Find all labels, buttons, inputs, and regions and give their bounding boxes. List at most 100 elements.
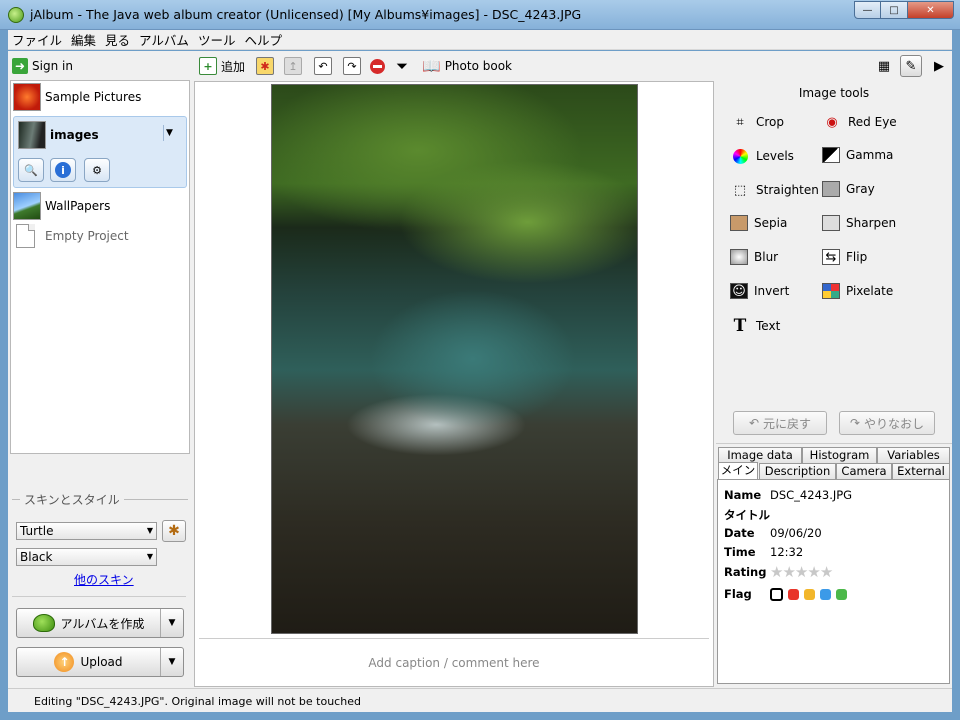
divider: [716, 443, 952, 444]
photo-book-button[interactable]: 📖 Photo book: [422, 57, 512, 75]
menu-view[interactable]: 見る: [101, 30, 135, 49]
name-value[interactable]: DSC_4243.JPG: [770, 488, 852, 502]
time-row: Time 12:32: [724, 545, 803, 559]
skin-select[interactable]: Turtle ▼: [16, 522, 157, 540]
gamma-tool[interactable]: Gamma: [822, 147, 893, 163]
rotate-left-button[interactable]: ↶: [314, 57, 332, 75]
gray-tool[interactable]: Gray: [822, 181, 875, 197]
star-icon[interactable]: ★: [770, 563, 783, 581]
project-sample-pictures[interactable]: Sample Pictures: [13, 83, 141, 111]
info-button[interactable]: i: [50, 158, 76, 182]
chevron-down-icon[interactable]: ▼: [161, 657, 183, 667]
project-images[interactable]: images ▼ 🔍 i ⚙: [13, 116, 187, 188]
date-value[interactable]: 09/06/20: [770, 526, 822, 540]
menu-edit[interactable]: 編集: [67, 30, 101, 49]
invert-tool[interactable]: ☺ Invert: [730, 283, 789, 299]
search-button[interactable]: 🔍: [18, 158, 44, 182]
upload-main[interactable]: ↑ Upload: [17, 648, 161, 676]
divider: [12, 499, 20, 500]
menu-album[interactable]: アルバム: [135, 30, 194, 49]
tab-camera[interactable]: Camera: [836, 463, 892, 479]
gamma-icon: [822, 147, 840, 163]
sharpen-icon: [822, 215, 840, 231]
maximize-button[interactable]: □: [881, 1, 908, 19]
crop-tool[interactable]: ⌗ Crop: [730, 113, 784, 131]
straighten-tool[interactable]: ⬚ Straighten: [730, 181, 819, 199]
project-wallpapers[interactable]: WallPapers: [13, 192, 110, 220]
tab-image-data[interactable]: Image data: [718, 447, 802, 463]
sign-in-link[interactable]: ➜ Sign in: [12, 55, 73, 77]
red-eye-tool[interactable]: ◉ Red Eye: [822, 113, 896, 131]
new-folder-button[interactable]: ✱: [256, 57, 274, 75]
menu-tools[interactable]: ツール: [194, 30, 241, 49]
pixelate-tool[interactable]: Pixelate: [822, 283, 893, 299]
skin-settings-button[interactable]: ✱: [162, 520, 186, 542]
time-value[interactable]: 12:32: [770, 545, 803, 559]
tab-histogram[interactable]: Histogram: [802, 447, 877, 463]
flag-red-swatch[interactable]: [788, 588, 799, 600]
make-album-button[interactable]: アルバムを作成 ▼: [16, 608, 184, 638]
rotate-right-button[interactable]: ↷: [343, 57, 361, 75]
empty-project-icon: [16, 224, 35, 248]
info-icon: i: [55, 162, 71, 178]
caption-input[interactable]: Add caption / comment here: [195, 656, 713, 670]
rating-stars[interactable]: ★★★★★: [770, 563, 833, 581]
minimize-button[interactable]: —: [854, 1, 881, 19]
make-album-main[interactable]: アルバムを作成: [17, 609, 161, 637]
flag-none-swatch[interactable]: [770, 587, 783, 601]
star-icon[interactable]: ★: [807, 563, 820, 581]
tab-main[interactable]: メイン: [718, 462, 758, 479]
edit-view-button[interactable]: ✎: [900, 55, 922, 77]
up-folder-button[interactable]: ↥: [284, 57, 302, 75]
divider: [123, 499, 188, 500]
settings-button[interactable]: ⚙: [84, 158, 110, 182]
sepia-tool[interactable]: Sepia: [730, 215, 787, 231]
flag-blue-swatch[interactable]: [820, 588, 831, 600]
rotate-left-icon: ↶: [318, 59, 328, 73]
no-entry-icon: [370, 58, 385, 74]
status-text: Editing "DSC_4243.JPG". Original image w…: [34, 695, 361, 708]
more-skins-link[interactable]: 他のスキン: [74, 571, 134, 588]
chevron-down-icon[interactable]: ▼: [163, 125, 177, 141]
menu-file[interactable]: ファイル: [8, 30, 67, 49]
undo-label: 元に戻す: [763, 416, 812, 431]
tab-variables[interactable]: Variables: [877, 447, 950, 463]
add-button[interactable]: + 追加: [199, 57, 245, 75]
tab-external[interactable]: External: [892, 463, 950, 479]
tab-description[interactable]: Description: [759, 463, 836, 479]
undo-button[interactable]: ↶ 元に戻す: [733, 411, 827, 435]
flag-yellow-swatch[interactable]: [804, 588, 815, 600]
thumbnail-view-button[interactable]: ▦: [873, 55, 895, 77]
tool-label: Text: [756, 319, 781, 333]
tool-label: Sharpen: [846, 216, 897, 230]
filter-button[interactable]: ⏷: [396, 57, 408, 75]
blur-tool[interactable]: Blur: [730, 249, 778, 265]
star-icon[interactable]: ★: [795, 563, 808, 581]
project-list: Sample Pictures images ▼ 🔍 i ⚙ WallPaper…: [10, 80, 190, 454]
redo-icon: ↷: [849, 416, 861, 430]
sharpen-tool[interactable]: Sharpen: [822, 215, 896, 231]
chevron-down-icon[interactable]: ▼: [161, 618, 183, 628]
flag-green-swatch[interactable]: [836, 588, 847, 600]
upload-button[interactable]: ↑ Upload ▼: [16, 647, 184, 677]
text-tool[interactable]: T Text: [730, 316, 781, 336]
levels-tool[interactable]: Levels: [730, 147, 794, 165]
photo-preview[interactable]: [271, 84, 638, 634]
name-label: Name: [724, 488, 762, 502]
divider: [12, 596, 186, 597]
star-icon[interactable]: ★: [782, 563, 795, 581]
skin-section-title: スキンとスタイル: [24, 493, 120, 507]
name-row: Name DSC_4243.JPG: [724, 488, 852, 502]
menu-help[interactable]: ヘルプ: [240, 30, 287, 49]
close-button[interactable]: ✕: [908, 1, 954, 19]
flip-tool[interactable]: ⇆ Flip: [822, 249, 867, 265]
tool-label: Straighten: [756, 183, 819, 197]
slideshow-view-button[interactable]: ▶: [928, 55, 950, 77]
project-empty[interactable]: Empty Project: [16, 224, 129, 248]
style-select[interactable]: Black ▼: [16, 548, 157, 566]
star-icon[interactable]: ★: [820, 563, 833, 581]
exclude-button[interactable]: [370, 57, 385, 75]
make-album-label: アルバムを作成: [60, 616, 145, 631]
redo-button[interactable]: ↷ やりなおし: [839, 411, 935, 435]
title-label: タイトル: [724, 508, 770, 522]
